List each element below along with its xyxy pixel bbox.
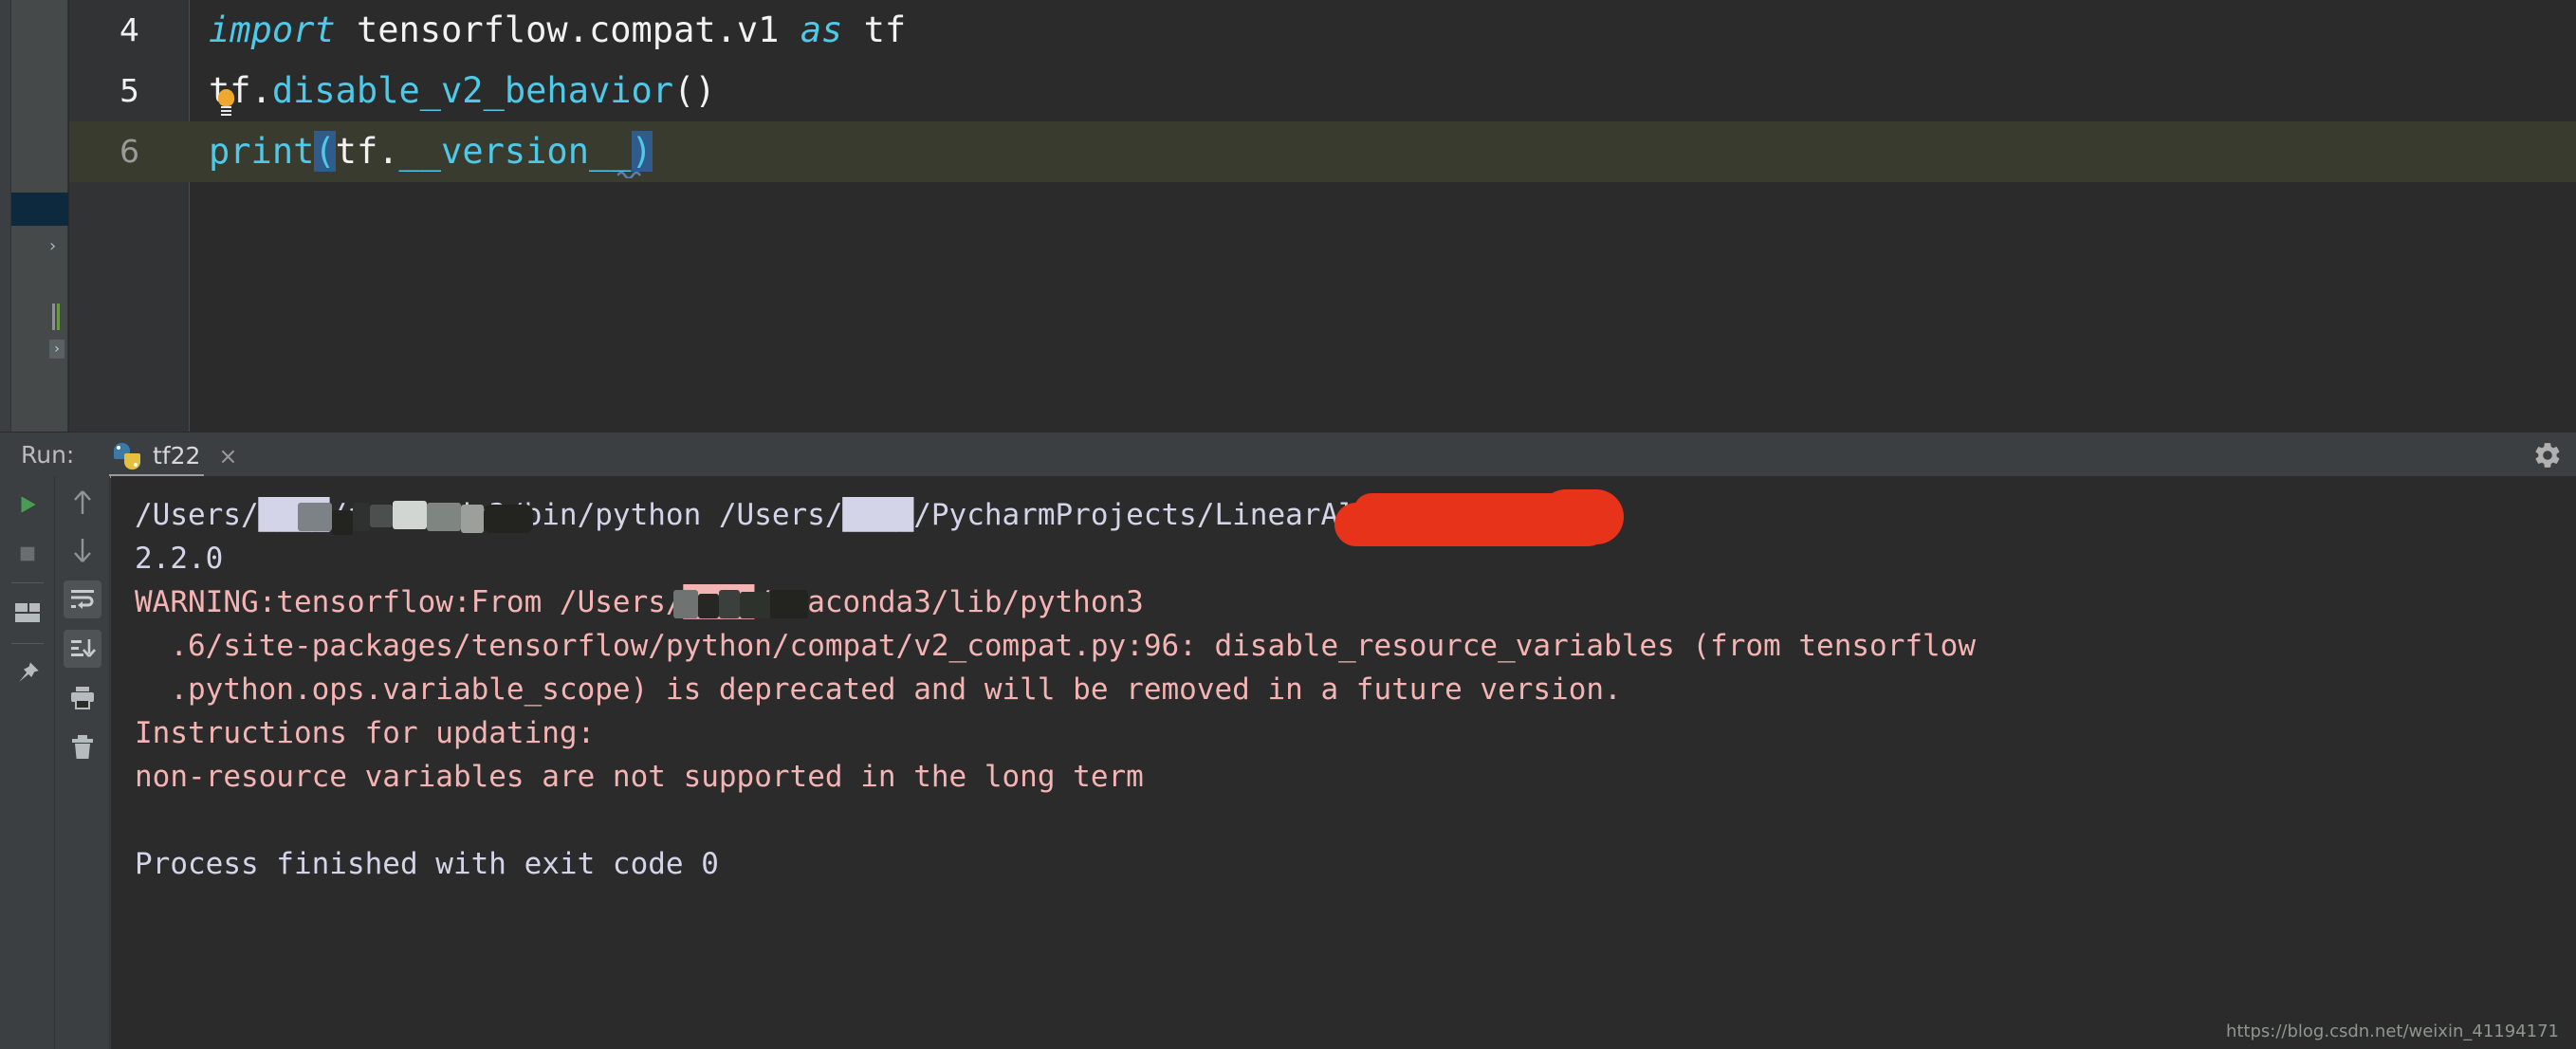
run-tab-title: tf22 [153,442,201,469]
run-label: Run: [21,441,75,469]
layout-icon [15,603,40,622]
code-token-open-paren-selected: ( [314,131,336,172]
rerun-button[interactable] [9,486,46,524]
code-token-import: import [209,9,357,50]
console-line-version: 2.2.0 [135,542,224,576]
run-toolbar-primary [0,476,55,1049]
pin-icon [19,662,39,682]
redaction-gray-1d [370,505,393,527]
code-token-alias: tf [863,9,907,50]
toolbar-separator [11,582,44,583]
printer-icon [71,687,94,709]
code-token-close-paren-selected: ) [631,131,653,172]
run-tab-tf22[interactable]: tf22 × [104,434,248,477]
expand-arrow-icon[interactable]: › [49,340,64,359]
console-line-warning-2: .6/site-packages/tensorflow/python/compa… [135,629,1977,663]
up-stack-trace-button[interactable] [64,484,101,522]
console-line-warning-1: WARNING:tensorflow:From /Users/████/anac… [135,585,1144,619]
redaction-gray-2d [740,592,770,618]
code-token-print: print [209,131,315,172]
code-editor[interactable]: › › 4 5 6 import tensorflow.compat.v1 as… [0,0,2576,432]
redaction-gray-1e [393,501,427,529]
line-number-4: 4 [120,11,139,48]
clear-all-button[interactable] [64,728,101,766]
code-token-tf2: tf. [335,131,399,172]
pin-tab-button[interactable] [9,654,46,692]
code-token-as: as [800,9,864,50]
watermark-text: https://blog.csdn.net/weixin_41194171 [2225,1021,2559,1041]
ide-left-strip [0,0,11,432]
scroll-to-end-button[interactable] [64,630,101,668]
editor-gutter[interactable]: 4 5 6 [69,0,190,432]
redaction-gray-2b [698,594,719,618]
code-token-version-dunder: __version__ [398,131,632,172]
redaction-gray-1f [427,503,461,531]
error-squiggle [617,171,642,178]
arrow-up-icon [74,490,91,514]
redaction-gray-2a [673,590,698,618]
pycharm-window: › › 4 5 6 import tensorflow.compat.v1 as… [0,0,2576,1049]
console-line-warning-3: .python.ops.variable_scope) is deprecate… [135,672,1622,707]
redaction-gray-2e [770,590,808,618]
scroll-to-end-icon [71,639,96,657]
lightbulb-icon[interactable] [216,89,237,116]
gear-icon[interactable] [2532,440,2563,470]
trash-icon [72,735,93,759]
code-token-disable-v2-behavior: disable_v2_behavior [271,70,674,111]
stop-square-icon [20,546,35,561]
toolbar-separator-2 [11,643,44,644]
code-token-parens: () [673,70,716,111]
print-button[interactable] [64,679,101,717]
structure-bars-icon[interactable] [52,304,62,330]
run-console-output[interactable]: /Users/████/anaconda3/bin/python /Users/… [111,476,2576,1049]
code-token-module: tensorflow.compat.v1 [356,9,800,50]
run-tool-window: Run: tf22 × /Users/████/anaconda3/bin/py… [0,432,2576,1049]
chevron-right-icon[interactable]: › [49,237,63,256]
arrow-down-icon [74,539,91,562]
console-line-exit: Process finished with exit code 0 [135,847,719,881]
console-scrollbar[interactable] [2567,476,2576,1049]
code-line-5[interactable]: tf.disable_v2_behavior() [209,61,716,121]
line-number-5: 5 [120,72,139,109]
line-number-6: 6 [120,133,139,170]
code-line-4[interactable]: import tensorflow.compat.v1 as tf [209,0,906,61]
layout-button[interactable] [9,594,46,632]
tool-window-selected-item[interactable] [11,193,68,226]
console-line-warning-5: non-resource variables are not supported… [135,760,1144,794]
code-line-6[interactable]: print(tf.__version__) [209,121,653,182]
play-icon [21,496,36,513]
redaction-gray-1b [332,510,353,535]
redaction-gray-2c [719,590,740,618]
console-line-warning-4: Instructions for updating: [135,716,596,750]
redaction-gray-1 [298,503,332,531]
run-toolbar-secondary [55,476,110,1049]
redaction-gray-1h [484,505,533,533]
redaction-red-blob-3 [1538,489,1624,544]
code-canvas[interactable]: import tensorflow.compat.v1 as tf tf.dis… [190,0,2576,432]
run-panel-header: Run: tf22 × [0,432,2576,478]
soft-wrap-icon [71,590,94,609]
python-logo-icon [114,442,140,469]
close-icon[interactable]: × [218,443,237,469]
down-stack-trace-button[interactable] [64,531,101,569]
soft-wrap-button[interactable] [64,580,101,618]
stop-button[interactable] [9,535,46,573]
redaction-gray-1g [461,505,484,533]
redaction-gray-1c [353,503,370,531]
